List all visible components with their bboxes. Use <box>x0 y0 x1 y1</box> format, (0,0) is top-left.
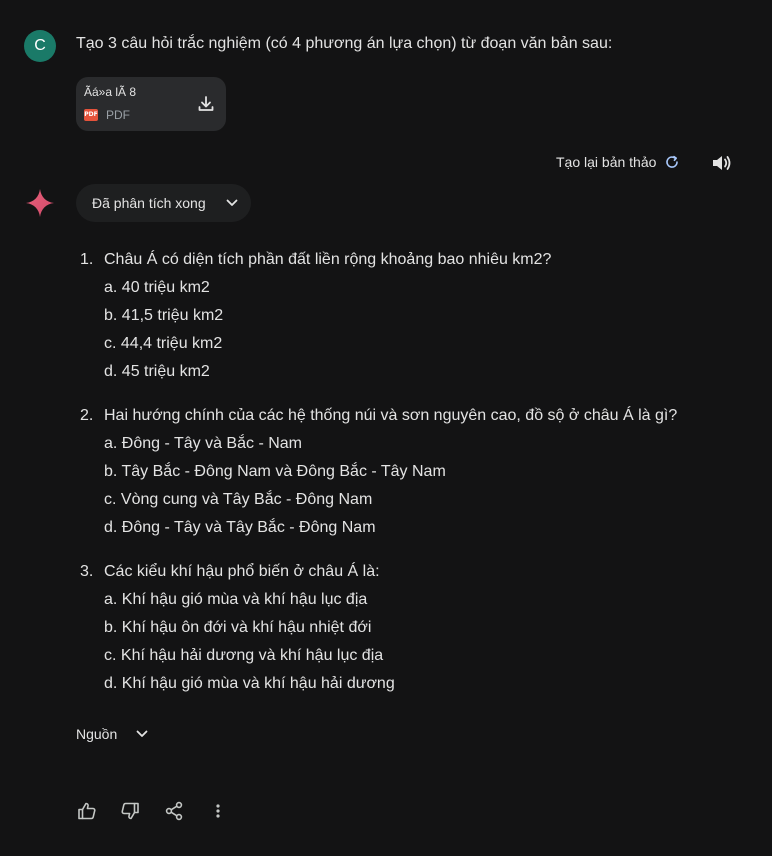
refresh-icon <box>666 155 679 168</box>
answer-option: d. 45 triệu km2 <box>104 363 210 380</box>
answer-option: b. Tây Bắc - Đông Nam và Đông Bắc - Tây … <box>104 463 446 480</box>
answer-option: a. Khí hậu gió mùa và khí hậu lục địa <box>104 591 368 608</box>
more-vert-icon[interactable] <box>207 800 229 822</box>
answer-option: b. Khí hậu ôn đới và khí hậu nhiệt đới <box>104 619 372 636</box>
user-avatar[interactable]: C <box>24 30 56 62</box>
file-attachment-chip[interactable]: Ãá»a lÃ 8 PDF PDF <box>76 77 226 131</box>
question-item: 1. Châu Á có diện tích phần đất liền rộng… <box>80 246 740 386</box>
regenerate-draft-button[interactable]: Tạo lại bản thảo <box>556 154 680 170</box>
question-text: Hai hướng chính của các hệ thống núi và … <box>104 407 678 424</box>
question-list: 1. Châu Á có diện tích phần đất liền rộng… <box>80 246 740 714</box>
answer-option: d. Khí hậu gió mùa và khí hậu hải dương <box>104 675 395 692</box>
answer-option: c. Vòng cung và Tây Bắc - Đông Nam <box>104 491 373 508</box>
question-line: 3. Các kiểu khí hậu phổ biến ở châu Á là: <box>80 558 740 586</box>
question-line: 2. Hai hướng chính của các hệ thống núi v… <box>80 402 740 430</box>
analysis-status-label: Đã phân tích xong <box>92 195 206 211</box>
question-number: 3. <box>80 563 94 580</box>
thumbs-down-icon[interactable] <box>119 800 141 822</box>
question-item: 2. Hai hướng chính của các hệ thống núi v… <box>80 402 740 542</box>
answer-option: c. Khí hậu hải dương và khí hậu lục địa <box>104 647 384 664</box>
regenerate-draft-label: Tạo lại bản thảo <box>556 154 657 170</box>
question-line: 1. Châu Á có diện tích phần đất liền rộng… <box>80 246 740 274</box>
thumbs-up-icon[interactable] <box>76 800 98 822</box>
gemini-spark-icon <box>26 189 54 217</box>
answer-option: a. 40 triệu km2 <box>104 279 210 296</box>
user-prompt: Tạo 3 câu hỏi trắc nghiệm (có 4 phương á… <box>76 35 613 52</box>
pdf-file-icon: PDF <box>84 109 98 121</box>
question-item: 3. Các kiểu khí hậu phổ biến ở châu Á là:… <box>80 558 740 698</box>
answer-option: a. Đông - Tây và Bắc - Nam <box>104 435 302 452</box>
chevron-down-icon <box>226 199 238 206</box>
question-text: Châu Á có diện tích phần đất liền rộng k… <box>104 251 552 268</box>
chevron-down-icon <box>136 730 148 737</box>
answer-option: d. Đông - Tây và Tây Bắc - Đông Nam <box>104 519 376 536</box>
sources-label: Nguồn <box>76 726 118 742</box>
chat-page: C Tạo 3 câu hỏi trắc nghiệm (có 4 phương… <box>0 0 772 856</box>
answer-option: b. 41,5 triệu km2 <box>104 307 224 324</box>
question-number: 2. <box>80 407 94 424</box>
file-name: Ãá»a lÃ 8 <box>84 85 137 99</box>
download-icon[interactable] <box>196 94 216 114</box>
answer-option: c. 44,4 triệu km2 <box>104 335 223 352</box>
sources-toggle[interactable]: Nguồn <box>76 726 149 742</box>
speaker-icon[interactable] <box>710 152 734 174</box>
file-type-label: PDF <box>106 108 130 122</box>
share-icon[interactable] <box>163 800 185 822</box>
question-text: Các kiểu khí hậu phổ biến ở châu Á là: <box>104 563 380 580</box>
analysis-status-chip[interactable]: Đã phân tích xong <box>76 184 251 222</box>
question-number: 1. <box>80 251 94 268</box>
